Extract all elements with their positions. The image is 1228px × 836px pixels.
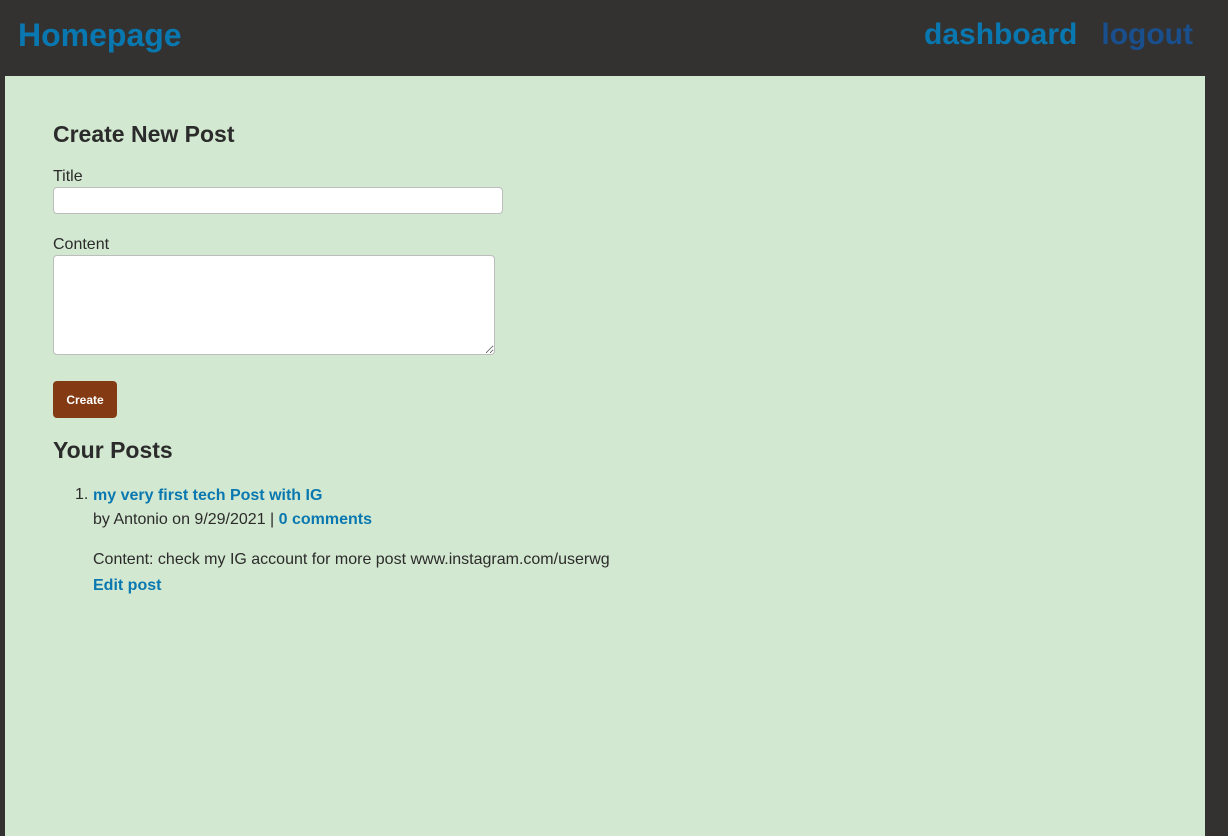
post-comments-link[interactable]: 0 comments (279, 511, 372, 528)
content-textarea[interactable] (53, 255, 495, 355)
post-body: my very first tech Post with IG by Anton… (93, 486, 773, 596)
edit-post-link[interactable]: Edit post (93, 576, 161, 596)
create-post-heading: Create New Post (53, 121, 235, 147)
your-posts-heading: Your Posts (53, 437, 173, 463)
post-content-text: Content: check my IG account for more po… (93, 551, 610, 568)
create-button[interactable]: Create (53, 381, 117, 418)
post-number: 1. (75, 486, 89, 503)
title-label: Title (53, 168, 83, 185)
homepage-link[interactable]: Homepage (18, 15, 182, 55)
logout-link[interactable]: logout (1101, 15, 1193, 55)
post-author-date: by Antonio on 9/29/2021 | (93, 511, 275, 528)
title-input[interactable] (53, 187, 503, 214)
nav-links: dashboard logout (924, 15, 1193, 55)
post-title-link[interactable]: my very first tech Post with IG (93, 486, 773, 506)
main-content: Create New Post Title Content Create You… (5, 76, 1205, 836)
dashboard-link[interactable]: dashboard (924, 15, 1077, 55)
content-label: Content (53, 236, 110, 253)
top-navbar: Homepage dashboard logout (0, 0, 1228, 76)
post-meta: by Antonio on 9/29/2021 | 0 comments (93, 510, 773, 530)
